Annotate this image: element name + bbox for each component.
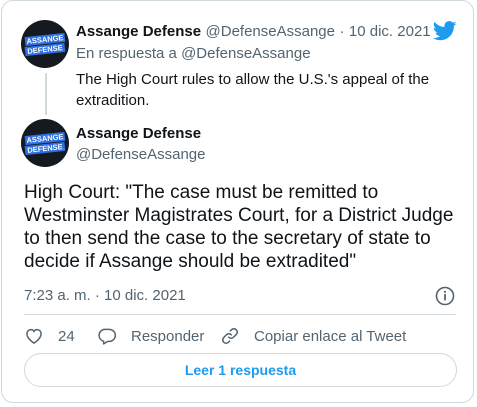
author-name[interactable]: Assange Defense bbox=[76, 125, 201, 143]
avatar[interactable]: ASSANGE DEFENSE bbox=[21, 20, 69, 68]
tweet-date[interactable]: 10 dic. 2021 bbox=[349, 23, 431, 40]
reply-tweet-text: The High Court rules to allow the U.S.'s… bbox=[76, 71, 430, 109]
like-count: 24 bbox=[58, 327, 75, 345]
like-button[interactable]: 24 bbox=[24, 325, 75, 347]
divider bbox=[24, 314, 456, 315]
thread-connector bbox=[45, 73, 47, 115]
assange-defense-logo: ASSANGE DEFENSE bbox=[24, 131, 66, 156]
reply-icon bbox=[98, 328, 117, 345]
reply-header: Assange Defense @DefenseAssange · 10 dic… bbox=[76, 23, 431, 41]
tweet-timestamp[interactable]: 7:23 a. m. · 10 dic. 2021 bbox=[24, 287, 186, 305]
info-icon[interactable] bbox=[434, 285, 456, 307]
tweet-card: ASSANGE DEFENSE Assange Defense @Defense… bbox=[1, 0, 474, 403]
heart-icon bbox=[26, 328, 42, 344]
tweet-text: High Court: "The case must be remitted t… bbox=[24, 182, 454, 272]
assange-defense-logo: ASSANGE DEFENSE bbox=[24, 32, 66, 57]
reply-button[interactable]: Responder bbox=[97, 325, 204, 347]
read-replies-button[interactable]: Leer 1 respuesta bbox=[24, 353, 457, 387]
author-handle[interactable]: @DefenseAssange bbox=[76, 146, 205, 164]
link-icon bbox=[222, 328, 238, 344]
avatar[interactable]: ASSANGE DEFENSE bbox=[21, 119, 69, 167]
author-name[interactable]: Assange Defense bbox=[76, 23, 201, 40]
reply-context[interactable]: En respuesta a @DefenseAssange bbox=[76, 45, 311, 63]
author-handle[interactable]: @DefenseAssange bbox=[206, 23, 335, 40]
twitter-bird-icon[interactable] bbox=[433, 21, 457, 41]
reply-label: Responder bbox=[131, 327, 205, 345]
copy-link-button[interactable]: Copiar enlace al Tweet bbox=[220, 325, 406, 347]
copy-link-label: Copiar enlace al Tweet bbox=[254, 327, 407, 345]
separator-dot: · bbox=[339, 23, 345, 40]
